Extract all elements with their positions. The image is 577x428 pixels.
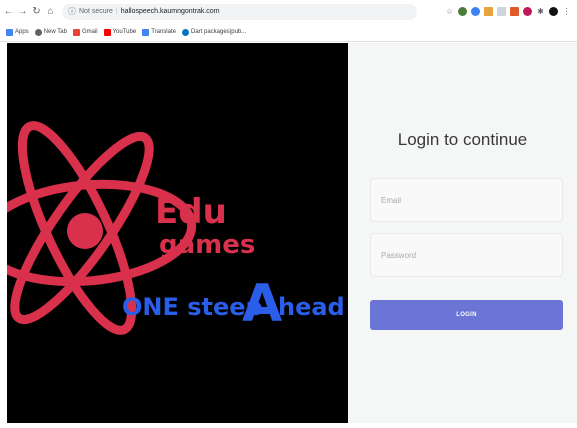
back-icon[interactable]: ←	[3, 6, 14, 17]
globe-icon	[34, 28, 42, 36]
extension-icon[interactable]	[497, 7, 506, 16]
extension-icon[interactable]	[458, 7, 467, 16]
password-placeholder: Password	[381, 251, 417, 260]
logo-big-a: A	[242, 274, 282, 334]
bookmark-dart[interactable]: Dart packages|pub...	[181, 28, 247, 36]
bookmark-label: Gmail	[81, 29, 98, 35]
extension-icon[interactable]	[510, 7, 519, 16]
extension-icon[interactable]	[484, 7, 493, 16]
email-field[interactable]: Email	[370, 178, 563, 222]
extension-icon[interactable]	[471, 7, 480, 16]
youtube-icon	[103, 28, 111, 36]
apps-icon	[6, 28, 13, 36]
bookmark-label: Translate	[151, 29, 176, 35]
bookmark-label: Apps	[15, 29, 29, 35]
gmail-icon	[72, 28, 80, 36]
menu-icon[interactable]: ⋮	[562, 7, 571, 16]
reload-icon[interactable]: ↻	[31, 6, 42, 17]
security-status: Not secure	[79, 8, 113, 15]
bookmark-gmail[interactable]: Gmail	[72, 28, 98, 36]
address-bar[interactable]: ⓘ Not secure | hallospeech.kaumngontrak.…	[62, 3, 417, 20]
bookmark-new-tab[interactable]: New Tab	[34, 28, 67, 36]
logo-line-games: games	[159, 230, 255, 260]
avatar[interactable]	[549, 7, 558, 16]
bookmark-label: YouTube	[112, 29, 137, 35]
bookmark-translate[interactable]: Translate	[142, 28, 176, 36]
forward-icon[interactable]: →	[17, 6, 28, 17]
home-icon[interactable]: ⌂	[45, 6, 56, 17]
translate-icon	[142, 28, 150, 36]
star-icon[interactable]: ☆	[445, 7, 454, 16]
password-field[interactable]: Password	[370, 233, 563, 277]
login-title: Login to continue	[397, 130, 528, 149]
email-placeholder: Email	[381, 196, 402, 205]
bookmarks-bar: Apps New Tab Gmail YouTube Translate Dar…	[0, 23, 577, 42]
atom-nucleus	[67, 213, 103, 249]
bookmark-apps[interactable]: Apps	[6, 28, 29, 36]
bookmark-youtube[interactable]: YouTube	[103, 28, 137, 36]
bookmark-label: Dart packages|pub...	[190, 29, 247, 35]
info-icon[interactable]: ⓘ	[68, 6, 76, 17]
login-panel: Login to continue Email Password LOGIN	[348, 43, 577, 423]
bookmark-label: New Tab	[43, 29, 67, 35]
logo-line-head: head	[278, 293, 345, 321]
hero-banner: Edu games ONE steep A head	[0, 43, 348, 423]
extensions-area: ☆ ✱ ⋮	[445, 7, 571, 16]
dart-icon	[181, 28, 189, 36]
url-separator: |	[115, 8, 118, 15]
url-text: hallospeech.kaumngontrak.com	[120, 8, 220, 15]
login-button[interactable]: LOGIN	[370, 300, 563, 330]
logo-line-edu: Edu	[155, 192, 227, 232]
extension-icon[interactable]	[523, 7, 532, 16]
browser-toolbar: ← → ↻ ⌂ ⓘ Not secure | hallospeech.kaumn…	[0, 0, 577, 23]
edu-games-logo: Edu games ONE steep A head	[0, 121, 345, 335]
puzzle-icon[interactable]: ✱	[536, 7, 545, 16]
